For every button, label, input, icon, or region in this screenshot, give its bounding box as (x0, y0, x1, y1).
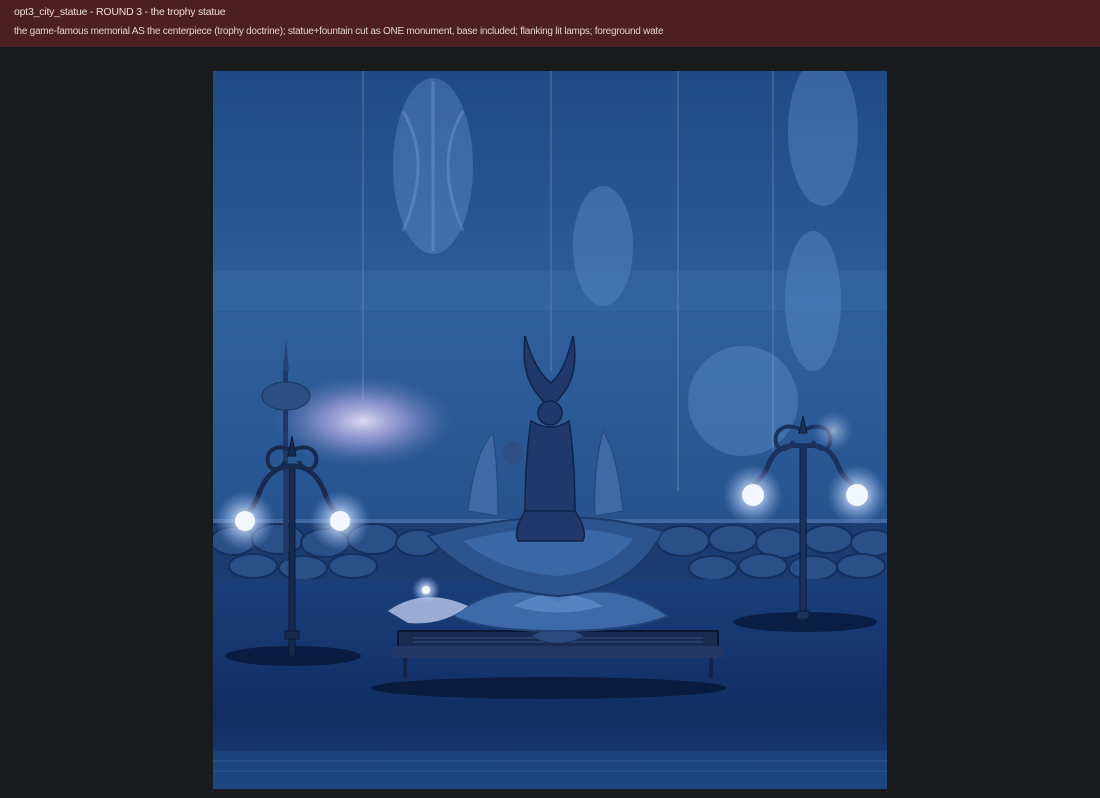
header-bar: opt3_city_statue - ROUND 3 - the trophy … (0, 0, 1100, 47)
scene-illustration (213, 71, 887, 789)
page-title: opt3_city_statue - ROUND 3 - the trophy … (14, 6, 226, 18)
render-image (213, 71, 887, 789)
page-subtitle: the game-famous memorial AS the centerpi… (14, 26, 664, 37)
